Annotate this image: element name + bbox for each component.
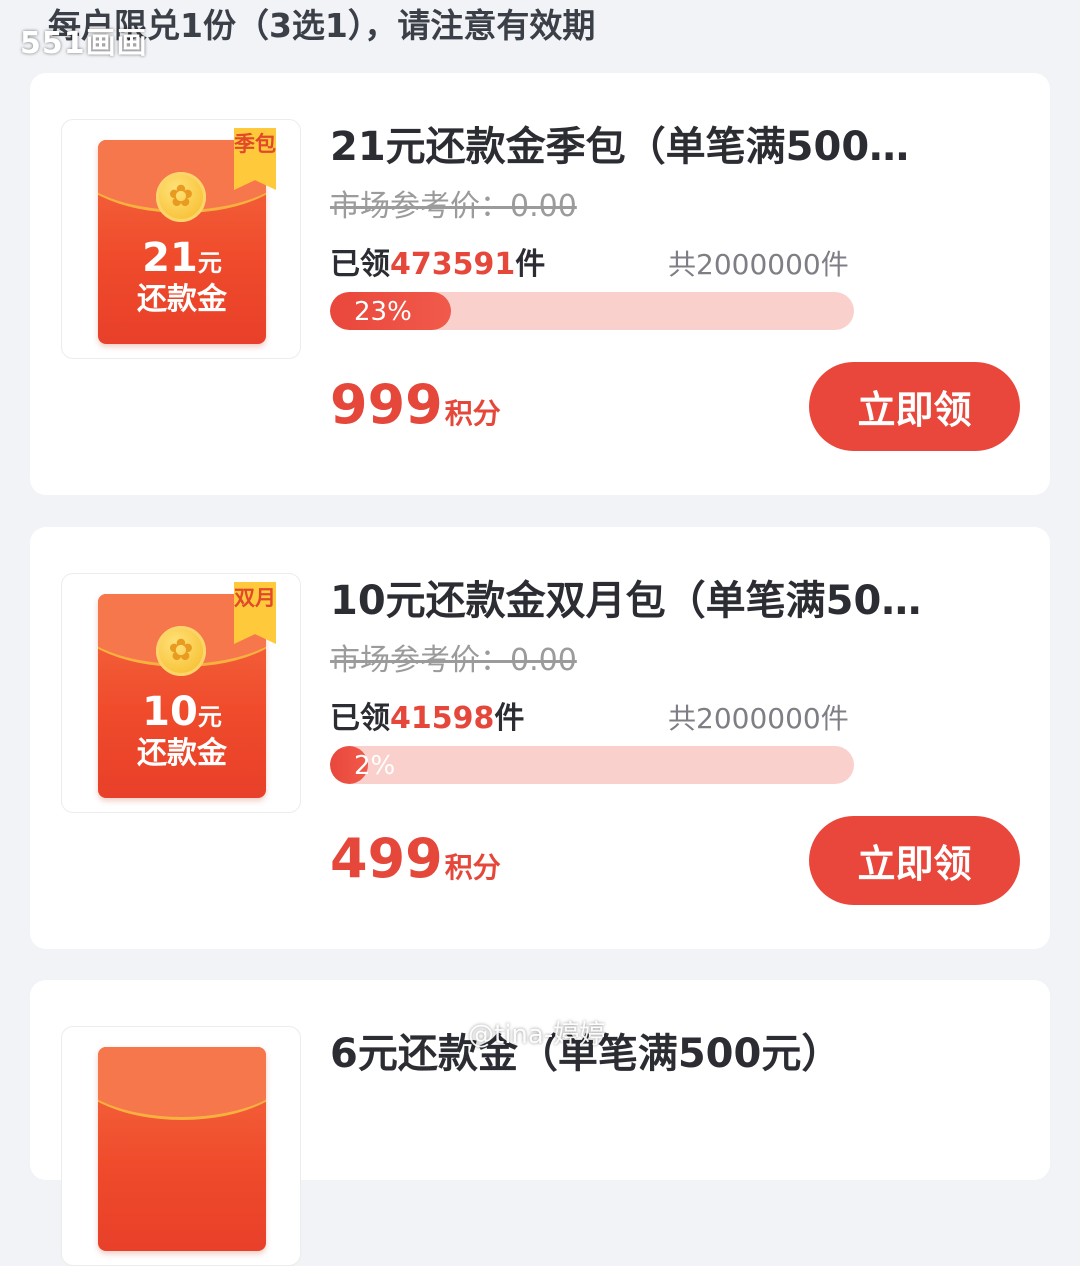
watermark-logo: 551画画	[20, 26, 148, 61]
product-title[interactable]: 6元还款金（单笔满500元）	[330, 1024, 990, 1084]
claim-now-button[interactable]: 立即领	[809, 362, 1020, 451]
product-card[interactable]: ✿ 10元 还款金 双月 10元还款金双月包（单笔满50… 市场参考价：0.00…	[30, 527, 1050, 949]
total-stock: 共2000000件	[668, 702, 849, 735]
market-reference-price: 市场参考价：0.00	[330, 189, 577, 224]
claim-now-button[interactable]: 立即领	[809, 816, 1020, 905]
flower-coin-icon: ✿	[156, 172, 206, 222]
flower-coin-icon: ✿	[156, 626, 206, 676]
points-price: 999积分	[330, 373, 501, 436]
claim-progress-bar: 2%	[330, 746, 854, 784]
product-card[interactable]: 6元还款金（单笔满500元）	[30, 980, 1050, 1266]
watermark-author: @tina-婷婷	[468, 1020, 606, 1050]
progress-percent: 2%	[354, 751, 396, 781]
progress-percent: 23%	[354, 297, 412, 327]
claimed-count: 已领473591件	[330, 247, 546, 282]
envelope-amount: 10	[142, 689, 198, 735]
product-title[interactable]: 21元还款金季包（单笔满500…	[330, 117, 990, 177]
points-price: 499积分	[330, 827, 501, 890]
envelope-label: 还款金	[137, 736, 227, 771]
envelope-amount-unit: 元	[197, 249, 222, 277]
claim-progress-bar: 23%	[330, 292, 854, 330]
envelope-amount-unit: 元	[197, 703, 222, 731]
product-image: ✿ 10元 还款金 双月	[61, 573, 301, 813]
product-title[interactable]: 10元还款金双月包（单笔满50…	[330, 571, 990, 631]
market-reference-price: 市场参考价：0.00	[330, 643, 577, 678]
product-image: ✿ 21元 还款金 季包	[61, 119, 301, 359]
product-image	[61, 1026, 301, 1266]
product-card[interactable]: ✿ 21元 还款金 季包 21元还款金季包（单笔满500… 市场参考价：0.00…	[30, 73, 1050, 495]
envelope-label: 还款金	[137, 282, 227, 317]
total-stock: 共2000000件	[668, 248, 849, 281]
red-envelope-icon	[98, 1047, 266, 1251]
claimed-count: 已领41598件	[330, 701, 525, 736]
envelope-amount: 21	[142, 235, 198, 281]
